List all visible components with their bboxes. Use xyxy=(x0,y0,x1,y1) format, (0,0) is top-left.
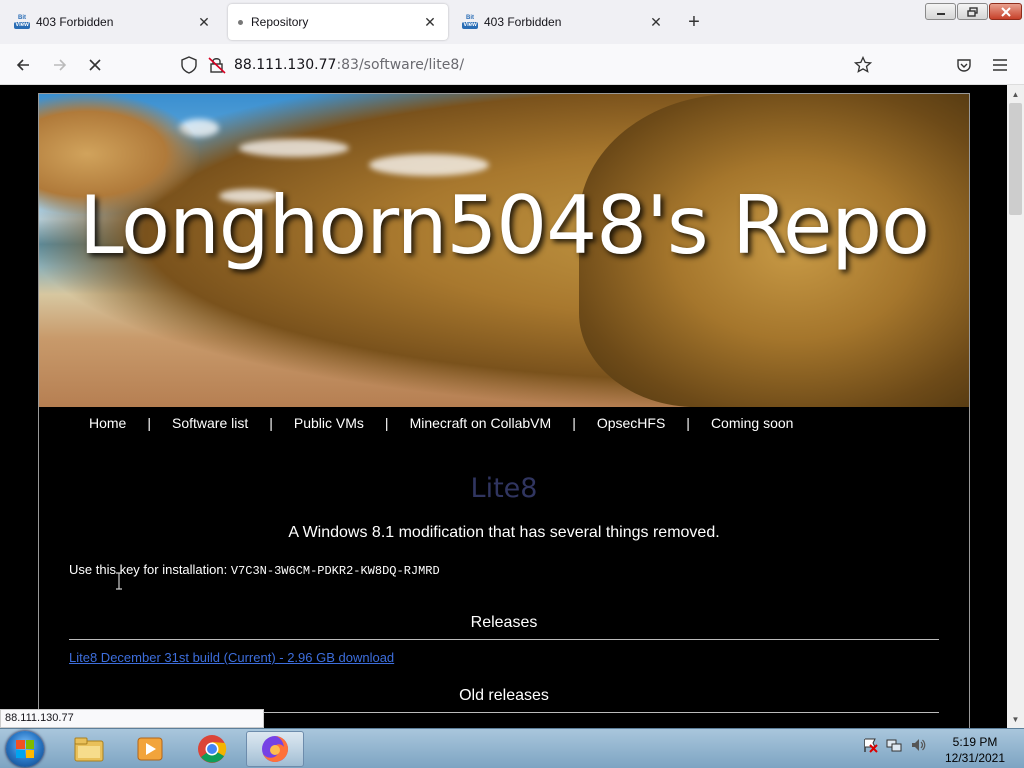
text-cursor-icon xyxy=(116,572,122,590)
taskbar-clock[interactable]: 5:19 PM 12/31/2021 xyxy=(940,734,1010,766)
action-center-flag-icon[interactable] xyxy=(862,737,878,753)
taskbar-firefox[interactable] xyxy=(246,731,304,767)
chrome-icon xyxy=(198,735,227,763)
nav-public-vms[interactable]: Public VMs xyxy=(294,415,364,431)
taskbar: 5:19 PM 12/31/2021 xyxy=(0,728,1024,768)
address-bar[interactable]: 88.111.130.77:83/software/lite8/ xyxy=(180,50,880,80)
product-description: A Windows 8.1 modification that has seve… xyxy=(288,524,720,541)
start-button[interactable] xyxy=(6,731,44,767)
pocket-icon xyxy=(957,59,971,72)
arrow-left-icon xyxy=(16,59,29,71)
nav-separator: | xyxy=(269,415,273,431)
close-window-button[interactable] xyxy=(989,3,1022,20)
site-navigation: Home | Software list | Public VMs | Mine… xyxy=(39,407,969,439)
scrollbar-thumb[interactable] xyxy=(1009,103,1022,215)
tab-title: Repository xyxy=(251,15,309,29)
nav-software-list[interactable]: Software list xyxy=(172,415,248,431)
menu-button[interactable] xyxy=(986,51,1014,79)
close-tab-icon[interactable]: ✕ xyxy=(648,14,664,30)
shield-icon[interactable] xyxy=(180,56,198,74)
clock-date: 12/31/2021 xyxy=(944,751,1006,765)
volume-icon[interactable] xyxy=(910,737,926,753)
navigation-toolbar: 88.111.130.77:83/software/lite8/ xyxy=(0,44,1024,85)
minimize-button[interactable] xyxy=(925,3,956,20)
restore-button[interactable] xyxy=(957,3,988,20)
nav-coming-soon[interactable]: Coming soon xyxy=(711,415,794,431)
main-content: Lite8 A Windows 8.1 modification that ha… xyxy=(39,473,969,713)
releases-heading: Releases xyxy=(69,614,939,640)
star-icon xyxy=(854,56,872,73)
clock-time: 5:19 PM xyxy=(952,735,998,749)
forward-button[interactable] xyxy=(46,51,74,79)
hamburger-menu-icon xyxy=(993,59,1007,71)
close-icon xyxy=(1000,6,1011,17)
tab-403-forbidden-2[interactable]: Bit View 403 Forbidden ✕ xyxy=(452,4,674,40)
page-scrollbar[interactable]: ▲ ▼ xyxy=(1007,85,1024,728)
install-key-value: V7C3N-3W6CM-PDKR2-KW8DQ-RJMRD xyxy=(230,564,440,578)
url-path: :83/software/lite8/ xyxy=(336,57,465,73)
taskbar-file-explorer[interactable] xyxy=(60,731,118,767)
tab-repository[interactable]: Repository ✕ xyxy=(228,4,448,40)
arrow-right-icon xyxy=(54,59,67,71)
nav-home[interactable]: Home xyxy=(89,415,126,431)
windows-logo-icon xyxy=(16,740,34,758)
nav-separator: | xyxy=(686,415,690,431)
scroll-down-arrow-icon[interactable]: ▼ xyxy=(1007,712,1024,726)
tab-title: 403 Forbidden xyxy=(484,15,562,29)
nav-opsechfs[interactable]: OpsecHFS xyxy=(597,415,665,431)
scroll-up-arrow-icon[interactable]: ▲ xyxy=(1007,87,1024,101)
network-icon[interactable] xyxy=(886,737,902,753)
page-container: Longhorn5048's Repo Home | Software list… xyxy=(38,93,970,728)
close-tab-icon[interactable]: ✕ xyxy=(422,14,438,30)
stop-loading-button[interactable] xyxy=(81,51,109,79)
page-viewport: Longhorn5048's Repo Home | Software list… xyxy=(0,85,1007,728)
close-tab-icon[interactable]: ✕ xyxy=(196,14,212,30)
tab-title: 403 Forbidden xyxy=(36,15,114,29)
nav-minecraft-collabvm[interactable]: Minecraft on CollabVM xyxy=(410,415,552,431)
tab-strip: Bit View 403 Forbidden ✕ Repository ✕ Bit… xyxy=(0,0,1024,44)
cloud xyxy=(369,154,489,176)
folder-icon xyxy=(74,737,104,762)
media-player-icon xyxy=(137,737,163,761)
pocket-button[interactable] xyxy=(950,51,978,79)
tab-403-forbidden-1[interactable]: Bit View 403 Forbidden ✕ xyxy=(4,4,222,40)
site-title: Longhorn5048's Repo xyxy=(78,179,930,272)
close-icon xyxy=(89,59,101,71)
nav-separator: | xyxy=(147,415,151,431)
install-key-line: Use this key for installation: V7C3N-3W6… xyxy=(69,562,939,578)
bookmark-button[interactable] xyxy=(849,51,877,79)
current-release-download-link[interactable]: Lite8 December 31st build (Current) - 2.… xyxy=(69,650,394,665)
nav-separator: | xyxy=(572,415,576,431)
status-url-overlay: 88.111.130.77 xyxy=(0,709,264,728)
taskbar-media-player[interactable] xyxy=(121,731,179,767)
nav-separator: | xyxy=(384,415,389,431)
minimize-icon xyxy=(936,12,945,15)
header-banner-image: Longhorn5048's Repo xyxy=(39,94,969,407)
cloud xyxy=(239,139,349,157)
loading-dot-icon xyxy=(238,19,243,25)
system-tray xyxy=(862,737,926,753)
install-key-label: Use this key for installation: xyxy=(69,562,231,577)
insecure-lock-icon[interactable] xyxy=(208,56,226,74)
firefox-icon xyxy=(262,736,288,762)
bitview-icon: Bit View xyxy=(462,15,478,29)
url-host: 88.111.130.77 xyxy=(234,57,337,73)
back-button[interactable] xyxy=(9,51,37,79)
taskbar-chrome[interactable] xyxy=(183,731,241,767)
restore-icon xyxy=(966,6,978,17)
product-title: Lite8 xyxy=(470,473,538,504)
bitview-icon: Bit View xyxy=(14,15,30,29)
new-tab-button[interactable]: + xyxy=(683,11,705,33)
